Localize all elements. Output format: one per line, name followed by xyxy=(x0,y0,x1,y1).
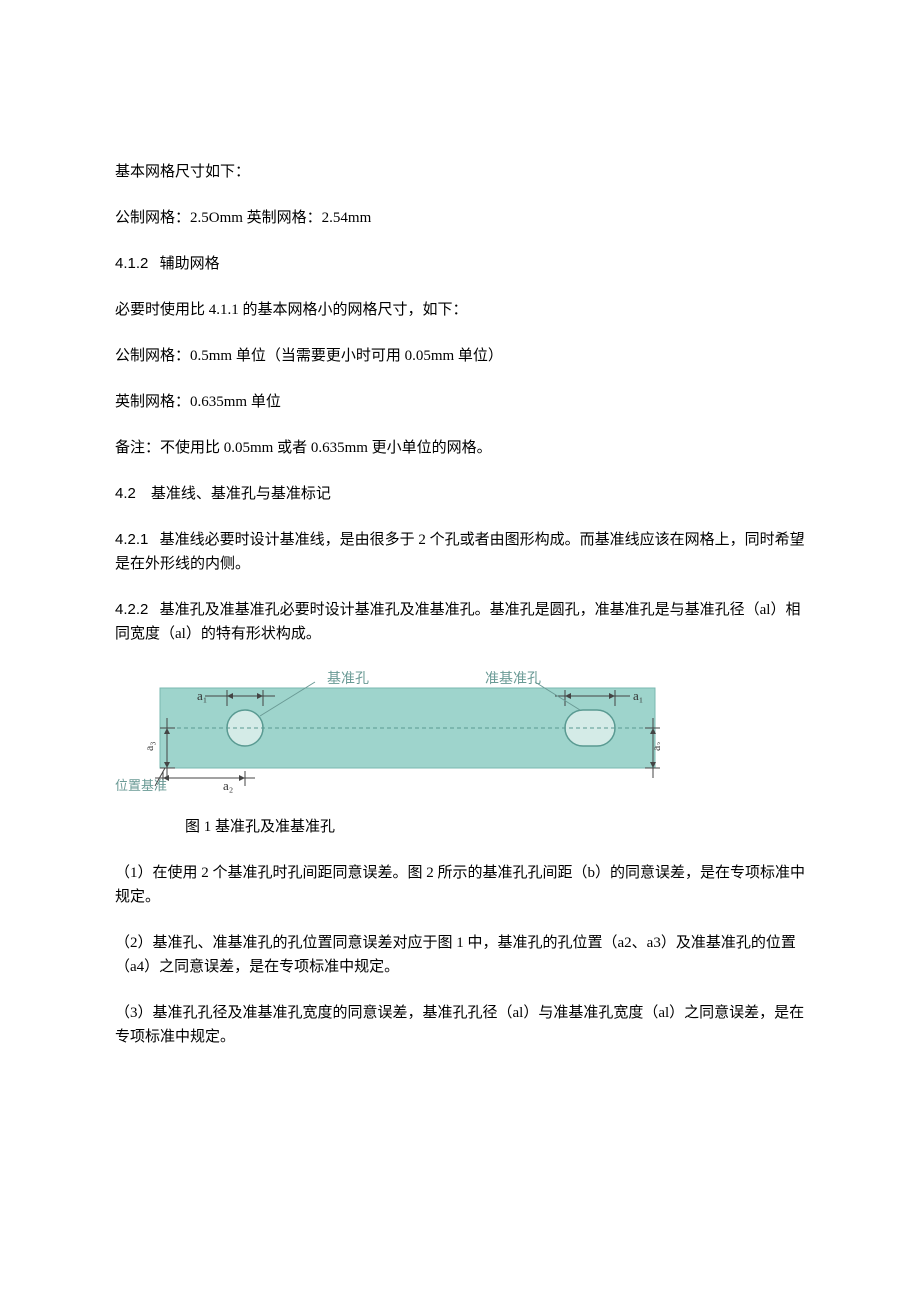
paragraph-imperial-aux: 英制网格：0.635mm 单位 xyxy=(115,390,805,414)
paragraph-aux-grid-intro: 必要时使用比 4.1.1 的基本网格小的网格尺寸，如下： xyxy=(115,298,805,322)
paragraph-basic-grid-intro: 基本网格尺寸如下： xyxy=(115,160,805,184)
label-jizhunk: 基准孔 xyxy=(327,670,369,687)
section-4-2-2: 4.2.2 基准孔及准基准孔必要时设计基准孔及准基准孔。基准孔是圆孔，准基准孔是… xyxy=(115,598,805,646)
label-a3-left: a₃ xyxy=(142,741,156,751)
label-a1-left: a₁ xyxy=(197,688,207,703)
paragraph-item-3: （3）基准孔孔径及准基准孔宽度的同意误差，基准孔孔径（al）与准基准孔宽度（al… xyxy=(115,1001,805,1049)
section-title: 基准线、基准孔与基准标记 xyxy=(151,486,331,502)
section-content: 基准孔及准基准孔必要时设计基准孔及准基准孔。基准孔是圆孔，准基准孔是与基准孔径（… xyxy=(115,602,800,642)
section-content: 基准线必要时设计基准线，是由很多于 2 个孔或者由图形构成。而基准线应该在网格上… xyxy=(115,532,805,572)
section-number: 4.1.2 xyxy=(115,255,148,272)
label-a2: a₂ xyxy=(223,778,233,793)
label-weizhi: 位置基准 xyxy=(115,778,167,793)
figure-diagram: a₁ a₁ 基准孔 准基准孔 a₃ a₃ a₂ 位置基准 xyxy=(115,668,660,793)
paragraph-item-2: （2）基准孔、准基准孔的孔位置同意误差对应于图 1 中，基准孔的孔位置（a2、a… xyxy=(115,931,805,979)
section-number: 4.2.2 xyxy=(115,601,148,618)
label-zhunjizhunk: 准基准孔 xyxy=(485,670,541,687)
section-4-2: 4.2 基准线、基准孔与基准标记 xyxy=(115,482,805,506)
figure-caption: 图 1 基准孔及准基准孔 xyxy=(185,815,805,839)
label-a1-right: a₁ xyxy=(633,688,643,703)
paragraph-item-1: （1）在使用 2 个基准孔时孔间距同意误差。图 2 所示的基准孔孔间距（b）的同… xyxy=(115,861,805,909)
figure-1: a₁ a₁ 基准孔 准基准孔 a₃ a₃ a₂ 位置基准 xyxy=(115,668,805,793)
label-a3-right: a₃ xyxy=(649,741,660,751)
section-number: 4.2.1 xyxy=(115,531,148,548)
section-title: 辅助网格 xyxy=(160,256,220,272)
paragraph-note: 备注：不使用比 0.05mm 或者 0.635mm 更小单位的网格。 xyxy=(115,436,805,460)
paragraph-metric-imperial: 公制网格：2.5Omm 英制网格：2.54mm xyxy=(115,206,805,230)
section-number: 4.2 xyxy=(115,485,136,502)
paragraph-metric-aux: 公制网格：0.5mm 单位（当需要更小时可用 0.05mm 单位） xyxy=(115,344,805,368)
section-4-1-2: 4.1.2 辅助网格 xyxy=(115,252,805,276)
section-4-2-1: 4.2.1 基准线必要时设计基准线，是由很多于 2 个孔或者由图形构成。而基准线… xyxy=(115,528,805,576)
